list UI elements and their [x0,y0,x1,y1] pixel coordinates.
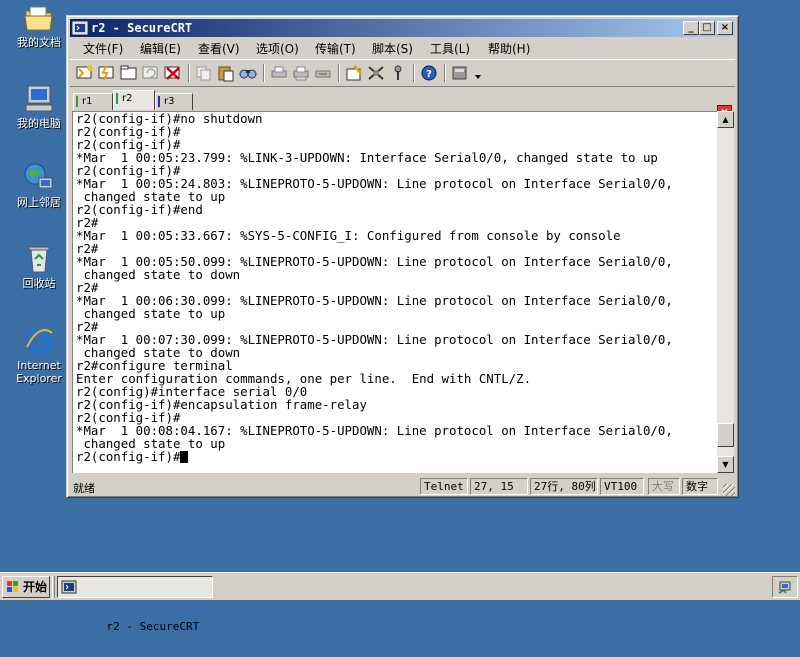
vertical-scrollbar[interactable]: ▲ ▼ [717,111,734,473]
status-cursor-pos: 27, 15 [470,478,528,495]
menu-bar: 文件(F) 编辑(E) 查看(V) 选项(O) 传输(T) 脚本(S) 工具(L… [70,38,735,57]
tab-status-mark [116,93,118,104]
status-caps: 大写 [648,478,680,495]
tab-r3[interactable]: r3 [155,93,193,110]
securecrt-window: r2 - SecureCRT _ □ × 文件(F) 编辑(E) 查看(V) 选… [66,15,739,498]
terminal-prompt: r2(config-if)# [76,449,181,464]
desktop-icon-label: 网上邻居 [17,196,61,209]
window-title: r2 - SecureCRT [91,21,193,35]
paste-icon[interactable] [216,64,236,82]
my-documents-icon [24,6,53,31]
toolbar-separator [338,64,340,82]
status-ready: 就绪 [73,482,95,495]
tab-r1[interactable]: r1 [73,93,113,110]
copy-icon[interactable] [194,64,214,82]
securecrt-app-icon [72,21,88,35]
scroll-thumb[interactable] [717,422,734,447]
terminal-line: *Mar 1 00:05:33.667: %SYS-5-CONFIG_I: Co… [76,228,621,243]
toolbar-separator [188,64,190,82]
terminal-output[interactable]: r2(config-if)#no shutdown r2(config-if)# r… [72,111,717,473]
scroll-up-button[interactable]: ▲ [717,111,734,128]
status-num: 数字 [682,478,718,495]
toolbar-separator [444,64,446,82]
toolbar-separator [413,64,415,82]
menu-help[interactable]: 帮助(H) [488,40,530,57]
internet-explorer-icon [26,329,53,355]
print-icon[interactable] [269,64,289,82]
terminal-cursor [180,451,189,463]
tab-label: r1 [82,96,93,107]
taskbar: 开始 r2 - SecureCRT [0,572,800,633]
network-status-icon[interactable] [777,579,793,595]
keymap-icon[interactable] [388,64,408,82]
desktop-icon-my-documents[interactable]: 我的文档 [6,2,72,49]
status-rows-cols: 27行, 80列 [530,478,598,495]
desktop-icon-network-places[interactable]: 网上邻居 [6,162,72,209]
menu-file[interactable]: 文件(F) [83,40,123,57]
desktop-icon-label: 我的电脑 [17,117,61,130]
find-icon[interactable] [238,64,258,82]
disconnect-icon[interactable] [163,64,183,82]
desktop-icon-internet-explorer[interactable]: Internet Explorer [6,325,72,385]
quick-connect-icon[interactable] [97,64,117,82]
tab-r2[interactable]: r2 [113,90,155,110]
help-icon[interactable]: ? [419,64,439,82]
menu-view[interactable]: 查看(V) [198,40,240,57]
menu-transfer[interactable]: 传输(T) [315,40,356,57]
terminal-prompt-line: r2(config-if)# [73,450,717,463]
taskbar-securecrt-button[interactable]: r2 - SecureCRT [57,576,213,633]
reconnect-icon[interactable] [141,64,161,82]
recycle-bin-icon [28,246,50,273]
status-protocol: Telnet [420,478,468,495]
menu-tools[interactable]: 工具(L) [430,40,470,57]
terminal-line: changed state to down [76,267,241,282]
my-computer-icon [25,85,53,112]
session-tabs: r1 r2 r3 × [70,88,735,119]
global-options-icon[interactable] [366,64,386,82]
svg-text:?: ? [426,69,432,80]
status-emulation: VT100 [600,478,644,495]
tab-label: r3 [164,96,175,107]
desktop-icon-recycle-bin[interactable]: 回收站 [6,243,72,290]
tab-status-mark [158,96,160,107]
desktop-icon-label: 我的文档 [17,36,61,49]
menu-script[interactable]: 脚本(S) [372,40,413,57]
system-tray [772,576,798,598]
status-bar: 就绪 Telnet 27, 15 27行, 80列 VT100 大写 数字 [70,476,735,496]
resize-grip[interactable] [723,484,735,496]
minimize-button[interactable]: _ [683,21,699,35]
windows-logo-icon [7,581,18,592]
scroll-down-button[interactable]: ▼ [717,456,734,473]
title-bar[interactable]: r2 - SecureCRT _ □ × [70,19,735,37]
desktop-icon-my-computer[interactable]: 我的电脑 [6,83,72,130]
menu-edit[interactable]: 编辑(E) [140,40,181,57]
print-setup-icon[interactable] [313,64,333,82]
desktop-icon-label: Internet Explorer [16,359,62,385]
start-button[interactable]: 开始 [2,576,50,598]
connect-icon[interactable] [75,64,95,82]
print-selection-icon[interactable] [291,64,311,82]
connect-tab-icon[interactable] [119,64,139,82]
securecrt-app-icon [61,580,77,594]
toolbar-overflow-icon[interactable] [473,64,483,82]
menu-options[interactable]: 选项(O) [256,40,299,57]
session-options-icon[interactable] [344,64,364,82]
taskbar-button-label: r2 - SecureCRT [106,620,200,633]
tab-label: r2 [122,93,133,104]
terminal-line: r2(config-if)#end [76,202,203,217]
network-places-icon [24,163,53,189]
close-button[interactable]: × [717,21,733,35]
desktop-icon-label: 回收站 [22,277,56,290]
start-label: 开始 [23,580,48,594]
taskbar-handle [52,576,55,598]
tab-status-mark [76,96,78,107]
toolbar: ? [70,59,735,87]
toolbar-separator [263,64,265,82]
terminal-line: changed state to up [76,306,226,321]
maximize-button[interactable]: □ [699,21,715,35]
sftp-icon[interactable] [450,64,470,82]
